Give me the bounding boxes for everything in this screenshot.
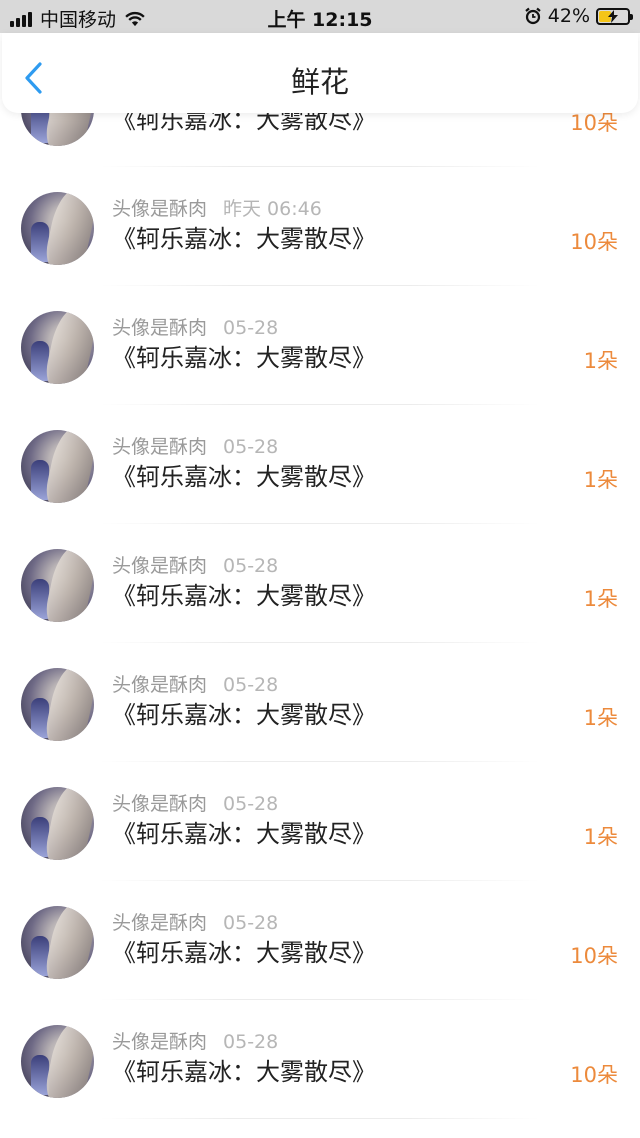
divider (100, 1118, 540, 1119)
user-name: 头像是酥肉 (112, 912, 208, 934)
avatar (21, 906, 94, 979)
user-name: 头像是酥肉 (112, 555, 208, 577)
item-date: 05-28 (223, 317, 279, 339)
avatar (21, 668, 94, 741)
avatar (21, 430, 94, 503)
user-name: 头像是酥肉 (112, 793, 208, 815)
item-meta: 头像是酥肉 05-28 (112, 670, 278, 697)
flower-count: 1朵 (583, 349, 618, 373)
item-date: 昨天 06:46 (223, 198, 322, 220)
page-title: 鲜花 (290, 65, 349, 99)
user-name: 头像是酥肉 (112, 198, 208, 220)
list-item[interactable]: 头像是酥肉 05-28 《轲乐嘉冰：大雾散尽》 10朵 (0, 881, 640, 1000)
item-date: 05-28 (223, 674, 279, 696)
work-title: 《轲乐嘉冰：大雾散尽》 (112, 820, 376, 848)
item-meta: 头像是酥肉 05-28 (112, 789, 278, 816)
battery-percent: 42% (547, 5, 590, 27)
avatar (21, 192, 94, 265)
user-name: 头像是酥肉 (112, 1031, 208, 1053)
item-date: 05-28 (223, 436, 279, 458)
flower-count: 10朵 (570, 944, 618, 968)
work-title: 《轲乐嘉冰：大雾散尽》 (112, 1058, 376, 1086)
item-date: 05-28 (223, 793, 279, 815)
item-date: 05-28 (223, 1031, 279, 1053)
user-name: 头像是酥肉 (112, 674, 208, 696)
battery-charging-icon (596, 7, 633, 25)
item-meta: 头像是酥肉 05-28 (112, 313, 278, 340)
list-item[interactable]: 头像是酥肉 昨天 06:46 《轲乐嘉冰：大雾散尽》 10朵 (0, 167, 640, 286)
flower-count: 1朵 (583, 825, 618, 849)
work-title: 《轲乐嘉冰：大雾散尽》 (112, 582, 376, 610)
flower-count: 10朵 (570, 230, 618, 254)
nav-bar: 鲜花 (2, 33, 638, 113)
avatar (21, 549, 94, 622)
avatar (21, 787, 94, 860)
list-item[interactable]: 头像是酥肉 05-28 《轲乐嘉冰：大雾散尽》 1朵 (0, 762, 640, 881)
item-date: 05-28 (223, 912, 279, 934)
work-title: 《轲乐嘉冰：大雾散尽》 (112, 701, 376, 729)
work-title: 《轲乐嘉冰：大雾散尽》 (112, 939, 376, 967)
user-name: 头像是酥肉 (112, 436, 208, 458)
item-meta: 头像是酥肉 05-28 (112, 432, 278, 459)
item-meta: 头像是酥肉 05-28 (112, 551, 278, 578)
work-title: 《轲乐嘉冰：大雾散尽》 (112, 225, 376, 253)
item-meta: 头像是酥肉 05-28 (112, 908, 278, 935)
list-item[interactable]: 头像是酥肉 05-28 《轲乐嘉冰：大雾散尽》 1朵 (0, 405, 640, 524)
flower-count: 1朵 (583, 706, 618, 730)
list-item[interactable]: 头像是酥肉 05-28 《轲乐嘉冰：大雾散尽》 1朵 (0, 286, 640, 405)
item-meta: 头像是酥肉 05-28 (112, 1027, 278, 1054)
alarm-icon (525, 7, 541, 25)
flower-count: 10朵 (570, 1063, 618, 1087)
avatar (21, 1025, 94, 1098)
item-date: 05-28 (223, 555, 279, 577)
item-meta: 头像是酥肉 昨天 06:46 (112, 194, 322, 221)
flower-count: 1朵 (583, 587, 618, 611)
list-item[interactable]: 头像是酥肉 05-28 《轲乐嘉冰：大雾散尽》 10朵 (0, 1000, 640, 1119)
list-item[interactable]: 头像是酥肉 05-28 《轲乐嘉冰：大雾散尽》 1朵 (0, 524, 640, 643)
status-bar: 中国移动 上午 12:15 42% (0, 0, 640, 33)
user-name: 头像是酥肉 (112, 317, 208, 339)
list-item[interactable]: 头像是酥肉 05-28 《轲乐嘉冰：大雾散尽》 1朵 (0, 643, 640, 762)
flower-count: 1朵 (583, 468, 618, 492)
work-title: 《轲乐嘉冰：大雾散尽》 (112, 344, 376, 372)
avatar (21, 311, 94, 384)
work-title: 《轲乐嘉冰：大雾散尽》 (112, 463, 376, 491)
